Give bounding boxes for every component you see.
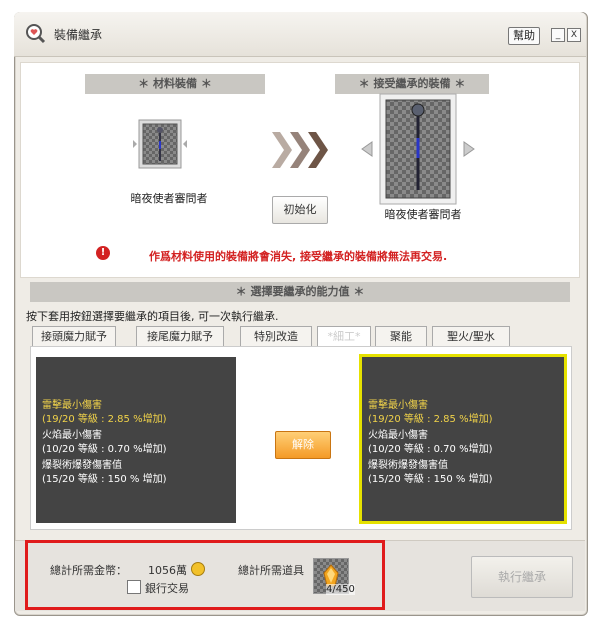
stat-line: 火焰最小傷害 <box>368 430 428 441</box>
release-button-label: 解除 <box>292 438 314 451</box>
target-stat-box[interactable]: 雷擊最小傷害 (19/20 等級 : 2.85 %增加) 火焰最小傷害 (10/… <box>359 354 567 524</box>
minimize-button[interactable]: _ <box>551 28 565 42</box>
stat-line: (19/20 等級 : 2.85 %增加) <box>368 414 493 425</box>
stat-line: (10/20 等級 : 0.70 %增加) <box>368 444 493 455</box>
gold-required-value: 1056萬 <box>148 564 187 577</box>
warning-circle-icon: ! <box>96 246 110 260</box>
items-required-label: 總計所需道具 <box>238 564 304 577</box>
stat-line: (19/20 等級 : 2.85 %增加) <box>42 414 167 425</box>
gold-required-label: 總計所需金幣： <box>50 564 127 577</box>
material-header: ＊ 材料裝備 ＊ <box>85 74 265 94</box>
tab-prefix-enchant[interactable]: 接頭魔力賦予 <box>32 326 116 347</box>
close-button[interactable]: X <box>567 28 581 42</box>
help-button[interactable]: 幫助 <box>508 27 540 45</box>
required-item-count: 4/450 <box>326 584 355 595</box>
release-button[interactable]: 解除 <box>275 431 331 459</box>
material-item-slot[interactable] <box>131 115 189 173</box>
instruction-text: 按下套用按鈕選擇要繼承的項目後, 可一次執行繼承. <box>26 310 279 323</box>
tab-craft[interactable]: *細工* <box>317 326 371 347</box>
tab-focus[interactable]: 聚能 <box>375 326 427 347</box>
magnifier-heart-icon <box>26 24 46 44</box>
stat-line: (15/20 等級 : 150 % 增加) <box>368 474 493 485</box>
stat-line: (10/20 等級 : 0.70 %增加) <box>42 444 167 455</box>
execute-inheritance-button[interactable]: 執行繼承 <box>471 556 573 598</box>
window-title: 裝備繼承 <box>54 28 103 42</box>
bank-trade-label: 銀行交易 <box>145 582 189 595</box>
stat-line: 雷擊最小傷害 <box>42 400 102 411</box>
tab-special-upgrade[interactable]: 特別改造 <box>240 326 312 347</box>
ability-header: ＊ 選擇要繼承的能力值 ＊ <box>30 282 570 302</box>
stat-line: 火焰最小傷害 <box>42 430 102 441</box>
arrow-right-icon <box>272 132 328 168</box>
tab-holy-fire-water[interactable]: 聖火/聖水 <box>432 326 510 347</box>
bank-trade-checkbox[interactable] <box>127 580 141 594</box>
stat-line: 雷擊最小傷害 <box>368 400 428 411</box>
material-item-name: 暗夜使者審問者 <box>130 192 208 205</box>
tab-suffix-enchant[interactable]: 接尾魔力賦予 <box>136 326 224 347</box>
stat-line: 爆裂術爆發傷害值 <box>368 460 448 471</box>
initialize-button[interactable]: 初始化 <box>272 196 328 224</box>
stat-line: (15/20 等級 : 150 % 增加) <box>42 474 167 485</box>
warning-text: 作爲材料使用的裝備將會消失, 接受繼承的裝備將無法再交易. <box>149 250 448 263</box>
title-bar: 裝備繼承 幫助 _ X <box>14 12 586 57</box>
target-item-name: 暗夜使者審問者 <box>384 208 462 221</box>
source-stat-box[interactable]: 雷擊最小傷害 (19/20 等級 : 2.85 %增加) 火焰最小傷害 (10/… <box>36 357 236 523</box>
stat-line: 爆裂術爆發傷害值 <box>42 460 122 471</box>
gold-coin-icon <box>191 562 205 576</box>
target-item-slot[interactable] <box>358 90 478 208</box>
